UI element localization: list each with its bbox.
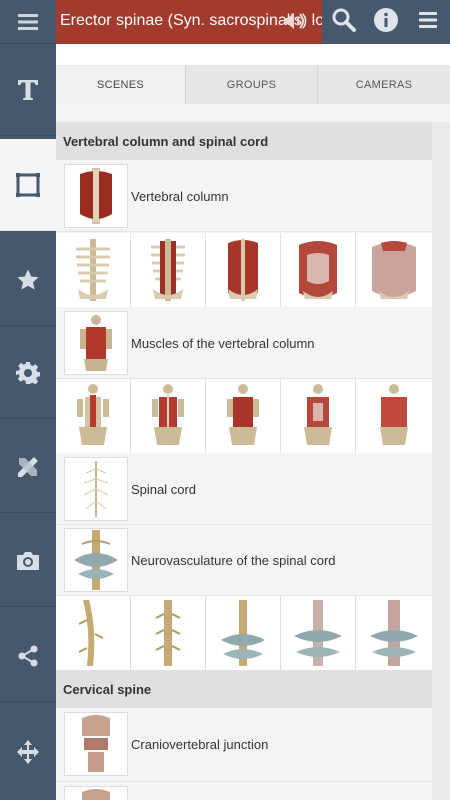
variant-thumbnail[interactable] — [281, 596, 356, 670]
variant-thumbnail[interactable] — [56, 596, 131, 670]
camera-icon — [15, 550, 41, 572]
move-icon — [15, 739, 41, 765]
scene-label: Neurovasculature of the spinal cord — [131, 553, 336, 568]
scene-label: Spinal cord — [131, 482, 197, 497]
scene-thumbnail — [64, 528, 128, 592]
variant-strip — [56, 379, 432, 453]
tab-cameras[interactable]: CAMERAS — [318, 66, 450, 104]
tab-groups[interactable]: GROUPS — [186, 66, 318, 104]
overflow-menu-button[interactable] — [408, 0, 448, 44]
variant-thumbnail[interactable] — [356, 596, 432, 670]
sidebar — [0, 0, 56, 800]
scrollbar[interactable] — [432, 122, 450, 800]
section-header: Vertebral column and spinal cord — [56, 122, 432, 160]
scene-neurovasculature[interactable]: Neurovasculature of the spinal cord — [56, 525, 432, 596]
variant-thumbnail[interactable] — [56, 379, 131, 453]
variant-thumbnail[interactable] — [206, 233, 281, 307]
text-icon — [17, 78, 39, 102]
variant-thumbnail[interactable] — [131, 233, 206, 307]
scene-spinal-cord[interactable]: Spinal cord — [56, 454, 432, 525]
scene-row-partial[interactable] — [56, 783, 432, 800]
scene-muscles-of-vertebral-column[interactable]: Muscles of the vertebral column — [56, 308, 432, 379]
info-icon — [373, 7, 399, 38]
scene-list[interactable]: Vertebral column and spinal cord Vertebr… — [56, 104, 450, 800]
variant-thumbnail[interactable] — [281, 233, 356, 307]
top-bar: Erector spinae (Syn. sacrospinalis) long… — [56, 0, 450, 44]
variant-thumbnail[interactable] — [206, 596, 281, 670]
sidebar-item-share[interactable] — [0, 610, 56, 702]
sidebar-item-favorites[interactable] — [0, 234, 56, 326]
menu-button[interactable] — [0, 0, 56, 44]
scene-vertebral-column[interactable]: Vertebral column — [56, 161, 432, 232]
variant-thumbnail[interactable] — [356, 379, 432, 453]
pencil-ruler-icon — [15, 454, 41, 480]
info-button[interactable] — [366, 0, 406, 44]
scene-thumbnail — [64, 712, 128, 776]
sidebar-item-scenes[interactable] — [0, 139, 56, 231]
scene-label: Vertebral column — [131, 189, 229, 204]
scene-craniovertebral-junction[interactable]: Craniovertebral junction — [56, 709, 432, 782]
toolbar-strip — [56, 44, 450, 66]
variant-thumbnail[interactable] — [131, 596, 206, 670]
overflow-menu-icon — [419, 11, 437, 33]
frame-icon — [15, 172, 41, 198]
share-icon — [16, 644, 40, 668]
sidebar-item-camera[interactable] — [0, 515, 56, 607]
variant-strip — [56, 233, 432, 307]
tab-bar: SCENES GROUPS CAMERAS — [56, 66, 450, 104]
variant-thumbnail[interactable] — [206, 379, 281, 453]
title-box[interactable]: Erector spinae (Syn. sacrospinalis) long… — [56, 0, 322, 44]
scene-thumbnail — [64, 786, 128, 800]
sidebar-item-move[interactable] — [0, 704, 56, 800]
section-header: Cervical spine — [56, 670, 432, 708]
variant-strip — [56, 596, 432, 670]
variant-thumbnail[interactable] — [131, 379, 206, 453]
variant-thumbnail[interactable] — [281, 379, 356, 453]
sound-icon[interactable] — [282, 10, 308, 37]
tab-scenes[interactable]: SCENES — [56, 66, 186, 104]
search-icon — [331, 7, 357, 38]
star-icon — [16, 268, 40, 292]
scene-label: Muscles of the vertebral column — [131, 336, 315, 351]
sidebar-item-settings[interactable] — [0, 327, 56, 419]
sidebar-item-text[interactable] — [0, 44, 56, 136]
menu-icon — [18, 13, 38, 30]
search-button[interactable] — [324, 0, 364, 44]
scene-thumbnail — [64, 164, 128, 228]
variant-thumbnail[interactable] — [356, 233, 432, 307]
scene-label: Craniovertebral junction — [131, 737, 269, 752]
gear-icon — [16, 361, 40, 385]
scene-thumbnail — [64, 311, 128, 375]
variant-thumbnail[interactable] — [56, 233, 131, 307]
sidebar-item-annotate[interactable] — [0, 421, 56, 513]
scene-thumbnail — [64, 457, 128, 521]
